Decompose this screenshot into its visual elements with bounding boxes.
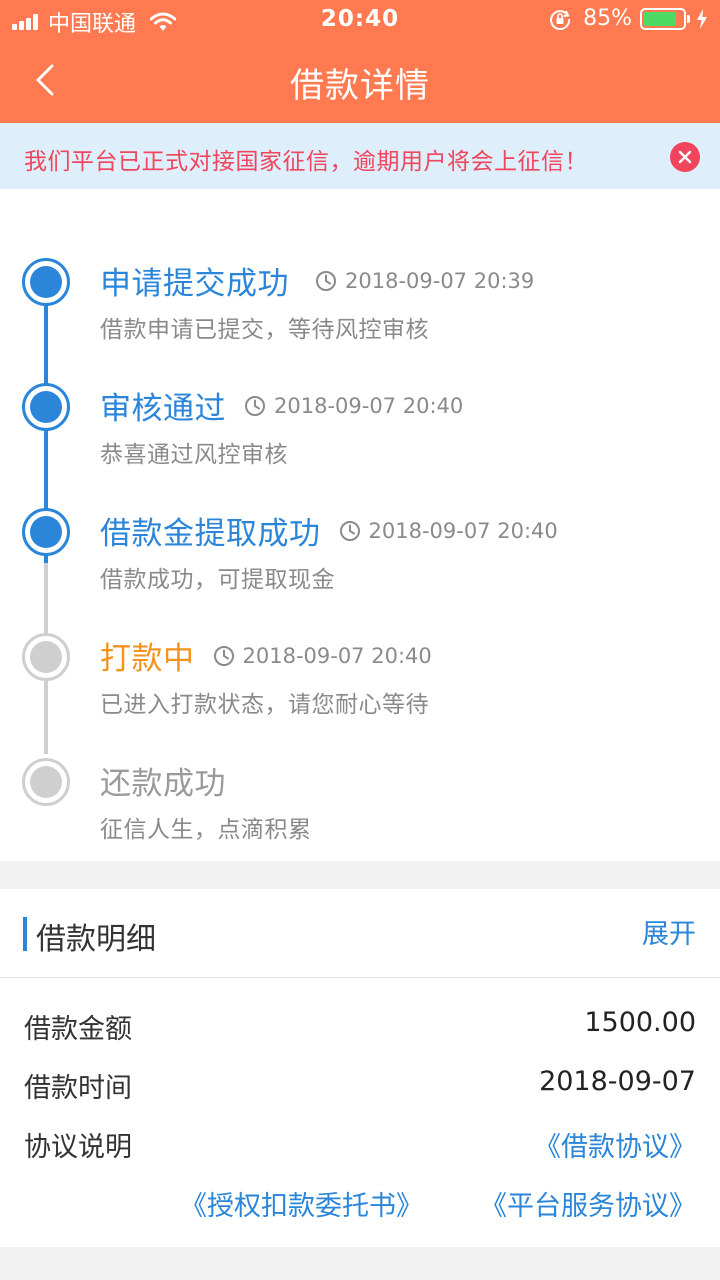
step-title: 借款金提取成功 bbox=[100, 516, 321, 552]
status-bar: 中国联通 20:40 85% bbox=[0, 0, 720, 40]
notice-close-button[interactable] bbox=[670, 142, 700, 172]
detail-header: 借款明细 展开 bbox=[0, 889, 720, 978]
step-node-done bbox=[22, 258, 70, 306]
status-right: 85% bbox=[549, 6, 708, 31]
timeline-step-approved: 审核通过 2018-09-07 20:40 恭喜通过风控审核 bbox=[0, 339, 720, 468]
clock-icon bbox=[316, 270, 336, 291]
step-node-pending bbox=[22, 758, 70, 806]
step-title: 申请提交成功 bbox=[100, 266, 289, 302]
step-time: 2018-09-07 20:40 bbox=[213, 644, 432, 668]
row-value: 2018-09-07 bbox=[539, 1066, 696, 1097]
timeline-step-paying: 打款中 2018-09-07 20:40 已进入打款状态，请您耐心等待 bbox=[0, 589, 720, 718]
timeline-step-repaid: 还款成功 征信人生，点滴积累 bbox=[0, 714, 720, 843]
step-time-text: 2018-09-07 20:39 bbox=[345, 268, 535, 293]
clock-icon bbox=[339, 520, 360, 541]
step-node-done bbox=[22, 508, 70, 556]
clock-icon bbox=[213, 645, 234, 666]
loan-detail-card: 借款明细 展开 借款金额 1500.00 借款时间 2018-09-07 协议说… bbox=[0, 889, 720, 1247]
row-label: 协议说明 bbox=[24, 1132, 132, 1163]
loan-agreement-link[interactable]: 《借款协议》 bbox=[534, 1125, 696, 1164]
step-time: 2018-09-07 20:40 bbox=[244, 394, 463, 418]
row-label: 借款金额 bbox=[24, 1014, 132, 1045]
step-time-text: 2018-09-07 20:40 bbox=[368, 518, 558, 543]
step-title: 还款成功 bbox=[100, 766, 226, 802]
service-agreement-link[interactable]: 《平台服务协议》 bbox=[480, 1184, 696, 1223]
expand-button[interactable]: 展开 bbox=[642, 912, 696, 951]
row-label: 借款时间 bbox=[24, 1073, 132, 1104]
clock-icon bbox=[245, 395, 265, 416]
step-node-done bbox=[22, 383, 70, 431]
timeline-step-submitted: 申请提交成功 2018-09-07 20:39 借款申请已提交，等待风控审核 bbox=[0, 214, 720, 343]
notice-banner: 我们平台已正式对接国家征信，逾期用户将会上征信！ bbox=[0, 123, 720, 189]
step-node-pending bbox=[22, 633, 70, 681]
step-time: 2018-09-07 20:39 bbox=[315, 269, 534, 293]
step-title: 打款中 bbox=[100, 641, 195, 677]
loan-progress-timeline: 申请提交成功 2018-09-07 20:39 借款申请已提交，等待风控审核 审… bbox=[0, 189, 720, 861]
battery-percent: 85% bbox=[583, 6, 632, 31]
rotation-lock-icon bbox=[550, 9, 571, 30]
page-title: 借款详情 bbox=[290, 66, 430, 106]
detail-row-date: 借款时间 2018-09-07 bbox=[0, 1052, 720, 1112]
section-accent-bar bbox=[23, 917, 27, 951]
step-time-text: 2018-09-07 20:40 bbox=[274, 393, 464, 418]
row-value: 1500.00 bbox=[584, 1007, 696, 1038]
notice-text: 我们平台已正式对接国家征信，逾期用户将会上征信！ bbox=[24, 149, 588, 175]
battery-fill bbox=[644, 11, 677, 26]
nav-bar: 借款详情 bbox=[0, 40, 720, 123]
step-time: 2018-09-07 20:40 bbox=[339, 519, 558, 543]
step-time-text: 2018-09-07 20:40 bbox=[242, 643, 432, 668]
battery-icon bbox=[640, 7, 690, 30]
detail-row-amount: 借款金额 1500.00 bbox=[0, 993, 720, 1053]
section-title: 借款明细 bbox=[36, 922, 156, 957]
step-title: 审核通过 bbox=[100, 391, 226, 427]
timeline-step-withdrawn: 借款金提取成功 2018-09-07 20:40 借款成功，可提取现金 bbox=[0, 464, 720, 593]
authorization-link[interactable]: 《授权扣款委托书》 bbox=[180, 1184, 423, 1223]
step-description: 征信人生，点滴积累 bbox=[100, 817, 312, 843]
app-header: 中国联通 20:40 85% 借款详情 bbox=[0, 0, 720, 123]
charging-icon bbox=[697, 8, 707, 29]
close-icon bbox=[678, 150, 692, 164]
